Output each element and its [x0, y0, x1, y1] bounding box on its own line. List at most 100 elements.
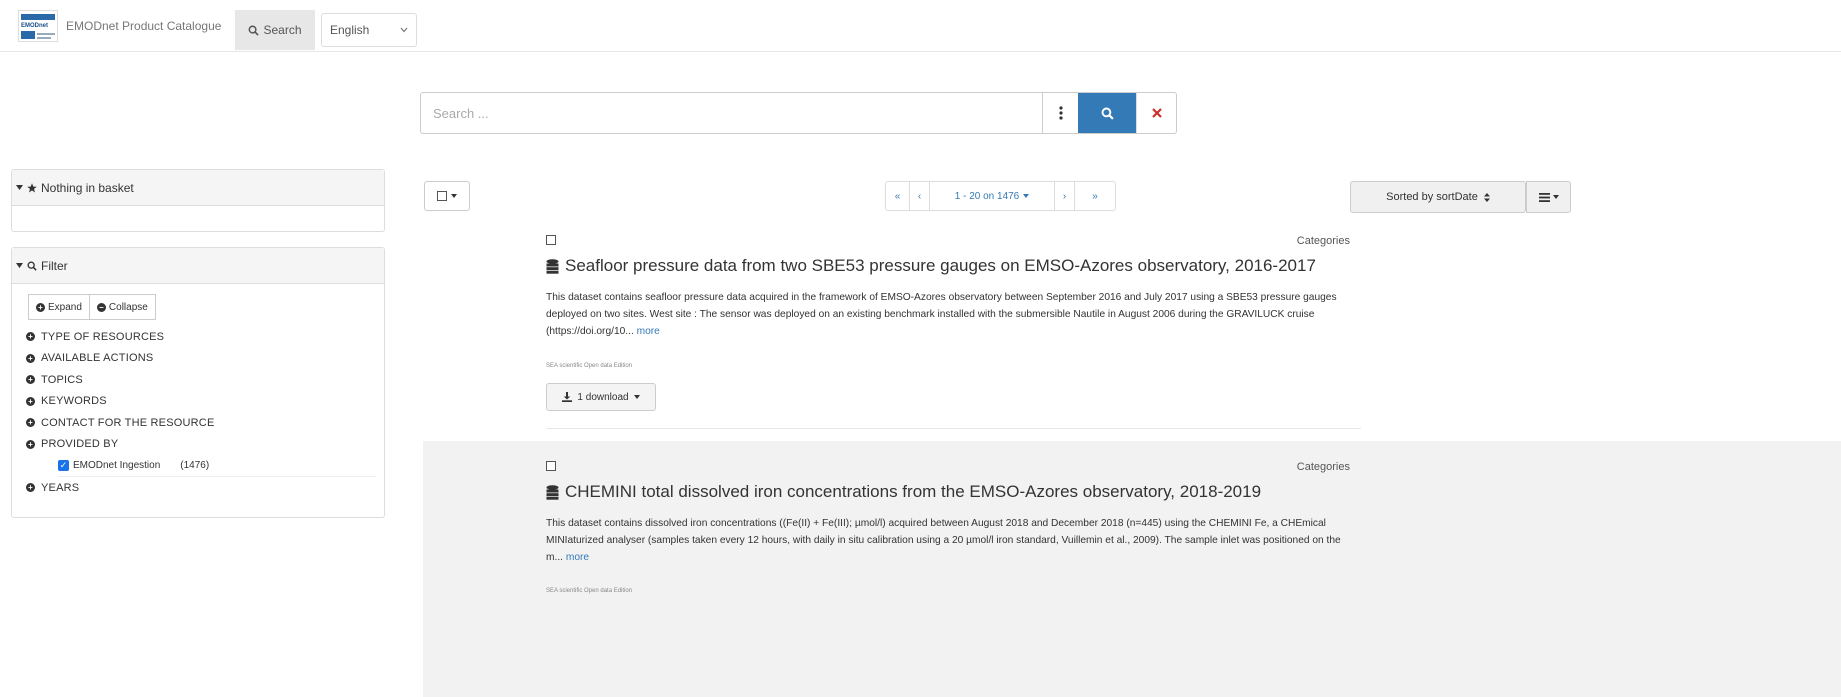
caret-down-icon: [1023, 194, 1030, 198]
database-icon: [546, 484, 559, 500]
caret-down-icon: [16, 185, 23, 190]
facet-label: TYPE OF RESOURCES: [41, 330, 165, 343]
plus-circle-icon: +: [26, 396, 35, 406]
search-options-button[interactable]: [1042, 93, 1078, 133]
result-title[interactable]: CHEMINI total dissolved iron concentrati…: [546, 482, 1261, 502]
more-link[interactable]: more: [566, 552, 589, 563]
last-page-button[interactable]: »: [1075, 182, 1115, 210]
result-title[interactable]: Seafloor pressure data from two SBE53 pr…: [546, 256, 1316, 276]
main-search-bar: [420, 92, 1177, 134]
facet-label: YEARS: [41, 481, 80, 494]
pagination: « ‹ 1 - 20 on 1476 › »: [885, 181, 1116, 211]
minus-circle-icon: −: [96, 302, 106, 312]
expand-button[interactable]: + Expand: [28, 294, 90, 320]
sort-icon: [1483, 192, 1490, 202]
clear-search-button[interactable]: [1136, 93, 1176, 133]
select-all-dropdown[interactable]: [424, 181, 470, 211]
download-label: 1 download: [577, 391, 629, 403]
search-icon: [249, 25, 260, 36]
download-icon: [562, 392, 573, 402]
plus-circle-icon: +: [26, 353, 35, 363]
brand-title[interactable]: EMODnet Product Catalogue: [66, 19, 221, 33]
search-input[interactable]: [421, 93, 1042, 133]
caret-down-icon: [633, 395, 640, 399]
result-categories[interactable]: Categories: [1297, 235, 1350, 247]
facet-label: CONTACT FOR THE RESOURCE: [41, 416, 215, 429]
result-select-checkbox[interactable]: [546, 461, 556, 471]
filter-heading[interactable]: Filter: [12, 248, 384, 284]
result-select-checkbox[interactable]: [546, 235, 556, 245]
page-range-label: 1 - 20 on 1476: [954, 190, 1020, 202]
facet-keywords[interactable]: + KEYWORDS: [26, 391, 370, 413]
search-button[interactable]: [1078, 93, 1136, 133]
result-description-text: This dataset contains seafloor pressure …: [546, 292, 1337, 337]
download-dropdown[interactable]: 1 download: [546, 383, 656, 411]
caret-down-icon: [1552, 195, 1559, 199]
result-title-text: Seafloor pressure data from two SBE53 pr…: [565, 256, 1316, 275]
facet-item-count: (1476): [180, 460, 210, 471]
language-select[interactable]: English: [321, 13, 417, 47]
nav-search-tab[interactable]: Search: [235, 10, 315, 50]
facet-label: TOPICS: [41, 373, 83, 386]
result-description: This dataset contains dissolved iron con…: [546, 515, 1356, 566]
next-page-button[interactable]: ›: [1055, 182, 1075, 210]
collapse-label: Collapse: [108, 301, 148, 313]
plus-circle-icon: +: [26, 332, 35, 342]
result-title-text: CHEMINI total dissolved iron concentrati…: [565, 482, 1262, 501]
search-icon: [27, 261, 37, 271]
filter-panel: Filter + Expand − Collapse + TYPE OF RESO…: [11, 247, 385, 518]
search-icon: [1101, 107, 1114, 120]
list-icon: [1538, 192, 1550, 202]
basket-panel: Nothing in basket: [11, 169, 385, 232]
facet-contact[interactable]: + CONTACT FOR THE RESOURCE: [26, 412, 370, 434]
expand-collapse-group: + Expand − Collapse: [28, 294, 370, 320]
facet-item-label: EMODnet Ingestion: [73, 460, 161, 471]
brand[interactable]: EMODnet EMODnet Product Catalogue: [18, 10, 221, 42]
basket-heading[interactable]: Nothing in basket: [12, 170, 384, 206]
view-mode-dropdown[interactable]: [1526, 181, 1571, 213]
result-divider: [546, 428, 1361, 429]
result-item: Categories CHEMINI total dissolved iron …: [423, 441, 1841, 697]
facet-topics[interactable]: + TOPICS: [26, 369, 370, 391]
collapse-button[interactable]: − Collapse: [89, 294, 156, 320]
sort-dropdown[interactable]: Sorted by sortDate: [1350, 181, 1526, 213]
more-link[interactable]: more: [637, 326, 660, 337]
result-description-text: This dataset contains dissolved iron con…: [546, 518, 1341, 563]
language-value: English: [330, 23, 370, 37]
plus-circle-icon: +: [26, 375, 35, 385]
first-page-button[interactable]: «: [886, 182, 910, 210]
caret-down-icon: [16, 263, 23, 268]
checkbox-checked[interactable]: ✓: [58, 460, 69, 471]
facet-list: + TYPE OF RESOURCES + AVAILABLE ACTIONS + T…: [26, 326, 376, 499]
checkbox-icon: [437, 191, 447, 201]
nav-search-label: Search: [263, 23, 302, 37]
facet-years[interactable]: + YEARS: [26, 477, 370, 499]
result-categories[interactable]: Categories: [1297, 461, 1350, 473]
plus-circle-icon: +: [36, 302, 45, 312]
facet-item-emodnet-ingestion[interactable]: ✓ EMODnet Ingestion (1476): [58, 455, 376, 477]
close-icon: [1151, 108, 1162, 118]
plus-circle-icon: +: [26, 483, 35, 493]
facet-available-actions[interactable]: + AVAILABLE ACTIONS: [26, 348, 370, 370]
database-icon: [546, 258, 559, 274]
result-organization: SEA scientific Open data Edition: [546, 588, 633, 594]
result-organization: SEA scientific Open data Edition: [546, 363, 633, 369]
facet-provided-by[interactable]: + PROVIDED BY: [26, 434, 370, 456]
caret-down-icon: [451, 194, 457, 198]
result-item: Categories Seafloor pressure data from t…: [423, 224, 1841, 439]
prev-page-button[interactable]: ‹: [910, 182, 930, 210]
vertical-dots-icon: [1058, 106, 1063, 120]
emodnet-logo: EMODnet: [18, 10, 58, 42]
facet-label: PROVIDED BY: [41, 438, 119, 451]
sort-label: Sorted by sortDate: [1386, 191, 1478, 203]
star-icon: [27, 182, 37, 192]
plus-circle-icon: +: [26, 418, 35, 428]
filter-label: Filter: [41, 258, 68, 273]
plus-circle-icon: +: [26, 439, 35, 449]
facet-label: KEYWORDS: [41, 395, 107, 408]
page-range-dropdown[interactable]: 1 - 20 on 1476: [930, 182, 1055, 210]
chevron-down-icon: [400, 27, 408, 33]
top-navbar: EMODnet EMODnet Product Catalogue Search…: [0, 0, 1841, 52]
result-description: This dataset contains seafloor pressure …: [546, 289, 1356, 340]
facet-type-of-resources[interactable]: + TYPE OF RESOURCES: [26, 326, 370, 348]
